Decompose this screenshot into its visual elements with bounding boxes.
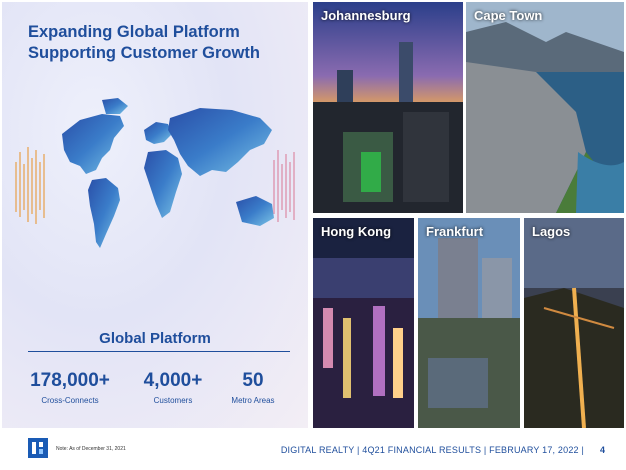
city-label: Cape Town <box>474 8 543 23</box>
city-label: Frankfurt <box>426 224 484 239</box>
photo-frankfurt: Frankfurt <box>418 218 520 428</box>
johannesburg-image <box>313 2 463 213</box>
city-label: Johannesburg <box>321 8 411 23</box>
section-title: Global Platform <box>99 330 211 347</box>
lagos-image <box>524 218 624 428</box>
continents <box>62 98 274 248</box>
stat-customers: 4,000+ Customers <box>126 370 220 405</box>
title-line-1: Expanding Global Platform <box>28 23 240 41</box>
stat-cross-connects: 178,000+ Cross-Connects <box>22 370 118 405</box>
platform-panel: Expanding Global Platform Supporting Cus… <box>2 2 308 428</box>
cape-town-image <box>466 2 624 213</box>
footer-text: DIGITAL REALTY | 4Q21 FINANCIAL RESULTS … <box>280 445 584 455</box>
page-number: 4 <box>599 445 605 455</box>
slide: Expanding Global Platform Supporting Cus… <box>0 0 626 470</box>
photo-hong-kong: Hong Kong <box>313 218 414 428</box>
stat-label: Cross-Connects <box>41 396 99 405</box>
stat-value: 4,000+ <box>143 370 203 391</box>
city-label: Lagos <box>532 224 571 239</box>
hong-kong-image <box>313 218 414 428</box>
stat-label: Metro Areas <box>231 396 275 405</box>
footer-note: Note: As of December 31, 2021 <box>56 446 126 452</box>
photo-johannesburg: Johannesburg <box>313 2 463 213</box>
city-label: Hong Kong <box>321 224 392 239</box>
photo-cape-town: Cape Town <box>466 2 624 213</box>
divider <box>28 351 290 352</box>
frankfurt-image <box>418 218 520 428</box>
stat-metro-areas: 50 Metro Areas <box>220 370 286 405</box>
digital-realty-logo-icon <box>28 438 48 458</box>
stat-label: Customers <box>153 396 193 405</box>
stat-value: 178,000+ <box>30 370 110 391</box>
slide-title: Expanding Global Platform Supporting Cus… <box>28 22 298 64</box>
title-line-2: Supporting Customer Growth <box>28 44 260 62</box>
photo-lagos: Lagos <box>524 218 624 428</box>
stat-value: 50 <box>242 370 264 391</box>
world-map-graphic <box>15 98 295 248</box>
